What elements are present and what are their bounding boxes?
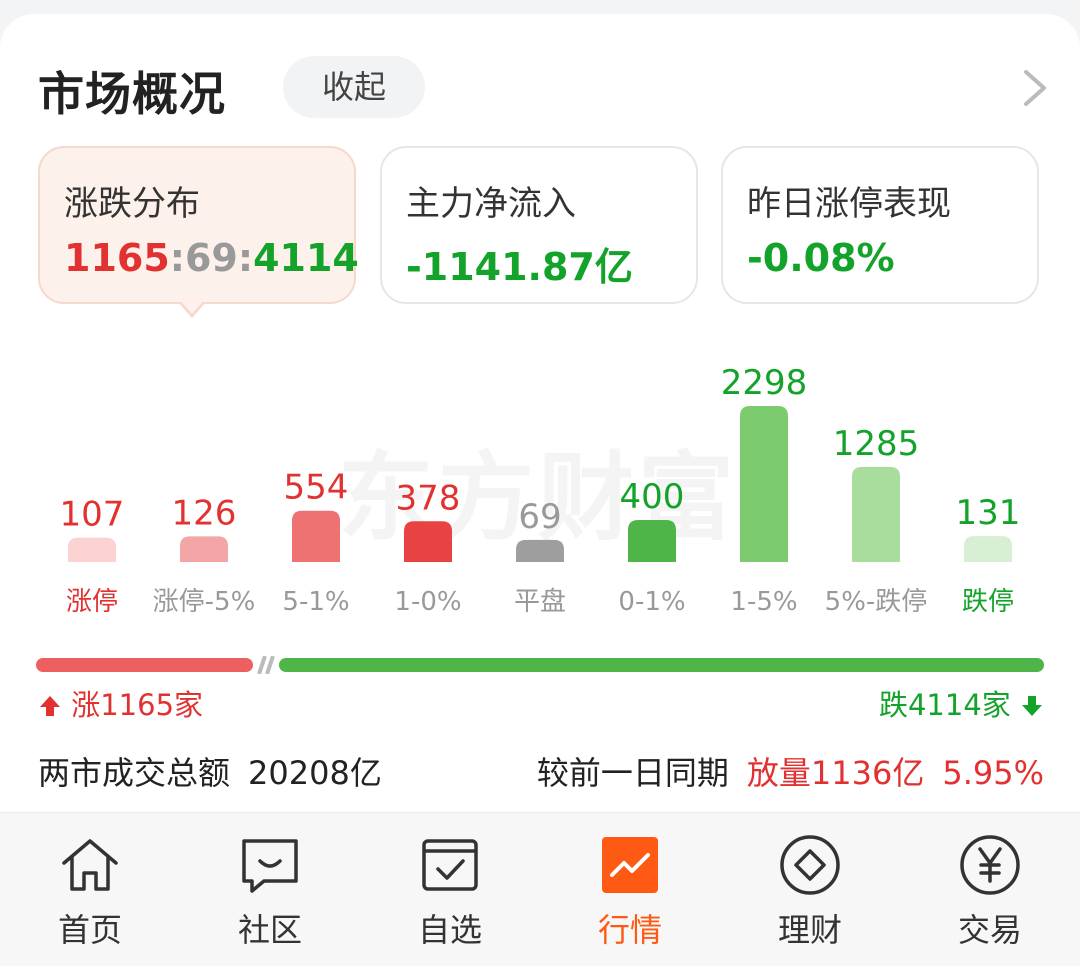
bar-1 [180,536,228,562]
watchlist-icon [422,839,478,891]
tab-wealth[interactable]: 理财 [750,813,870,966]
tile-inflow-label: 主力净流入 [406,184,576,224]
decliners-label: 跌4114家 [879,682,1044,724]
bar-value-label: 2298 [721,363,808,403]
compare-label: 较前一日同期 [536,754,729,792]
bar-8 [964,536,1012,562]
tile-limit-up-performance[interactable]: 昨日涨停表现 -0.08% [721,146,1039,304]
bar-value-label: 69 [518,497,561,537]
tile-distribution-value: 1165:69:4114 [64,236,359,280]
bar-3 [404,521,452,562]
bar-2 [292,510,340,562]
separator: : [237,236,254,280]
bar-4 [516,539,564,562]
category-label: 0-1% [618,587,685,617]
turnover-label: 两市成交总额 [38,754,231,792]
tile-distribution-label: 涨跌分布 [64,184,200,224]
category-label: 涨停-5% [153,587,256,617]
tile-inflow-value: -1141.87亿 [406,245,633,289]
chat-icon [242,839,298,893]
category-label: 跌停 [962,587,1014,617]
down-count: 4114 [253,236,359,280]
tab-trade[interactable]: 交易 [930,813,1050,966]
breadth-separator [265,656,275,674]
chevron-right-icon[interactable] [1014,66,1054,110]
bar-value-label: 378 [396,478,461,518]
compare-pct: 5.95% [942,754,1044,792]
flat-count: 69 [184,236,238,280]
bar-value-label: 126 [172,493,237,533]
collapse-button[interactable]: 收起 [283,56,425,118]
tab-market[interactable]: 行情 [570,813,690,966]
bar-value-label: 554 [284,468,349,508]
bar-value-label: 107 [60,495,125,535]
category-label: 1-5% [730,587,797,617]
bar-5 [628,519,676,562]
breadth-progress-bar [36,656,1044,674]
up-count: 1165 [64,236,170,280]
tile-limitup-label: 昨日涨停表现 [747,184,951,224]
category-label: 5-1% [282,587,349,617]
tile-limitup-value: -0.08% [747,236,895,280]
compare-change: 放量1136亿 [746,754,925,792]
distribution-bar-chart: 107 涨停 126 涨停-5% 554 5-1% 378 1-0% 69 平盘 400 0-1% 22… [60,363,1021,617]
compare-row: 较前一日同期 放量1136亿 5.95% [537,748,1044,794]
arrow-up-icon [40,696,60,716]
tab-community-label: 社区 [237,911,302,949]
bottom-tab-bar: 首页 社区 自选 行情 理财 交易 [0,812,1080,966]
tab-community[interactable]: 社区 [210,813,330,966]
category-label: 1-0% [394,587,461,617]
tile-pointer-fill [180,300,204,314]
tab-wealth-label: 理财 [777,911,842,949]
tab-home-label: 首页 [57,911,122,949]
category-label: 涨停 [66,587,118,617]
breadth-separator [257,656,267,674]
market-chart-icon [602,837,658,893]
turnover-row: 两市成交总额 20208亿 [38,748,382,794]
diamond-icon [780,835,840,895]
tab-market-label: 行情 [597,911,662,949]
separator: : [169,236,185,280]
tab-watchlist-label: 自选 [417,911,482,949]
arrow-down-icon [1022,696,1042,716]
yen-icon [960,835,1020,895]
advancers-label: 涨1165家 [38,682,203,724]
bar-6 [740,406,788,562]
tab-trade-label: 交易 [957,911,1022,949]
tab-watchlist[interactable]: 自选 [390,813,510,966]
turnover-value: 20208亿 [248,754,382,792]
bar-value-label: 131 [956,493,1021,533]
category-label: 5%-跌停 [825,587,928,617]
tile-main-net-inflow[interactable]: 主力净流入 -1141.87亿 [380,146,698,304]
category-label: 平盘 [514,587,566,617]
bar-value-label: 400 [620,477,685,517]
breadth-down-segment [279,658,1044,672]
home-icon [62,839,118,891]
advancers-text: 涨1165家 [71,688,204,722]
tab-home[interactable]: 首页 [30,813,150,966]
bar-0 [68,537,116,562]
tile-distribution[interactable]: 涨跌分布 1165:69:4114 [38,146,359,304]
page-title: 市场概况 [38,67,226,121]
bar-7 [852,466,900,562]
bar-value-label: 1285 [833,424,920,464]
decliners-text: 跌4114家 [878,688,1011,722]
breadth-up-segment [36,658,253,672]
